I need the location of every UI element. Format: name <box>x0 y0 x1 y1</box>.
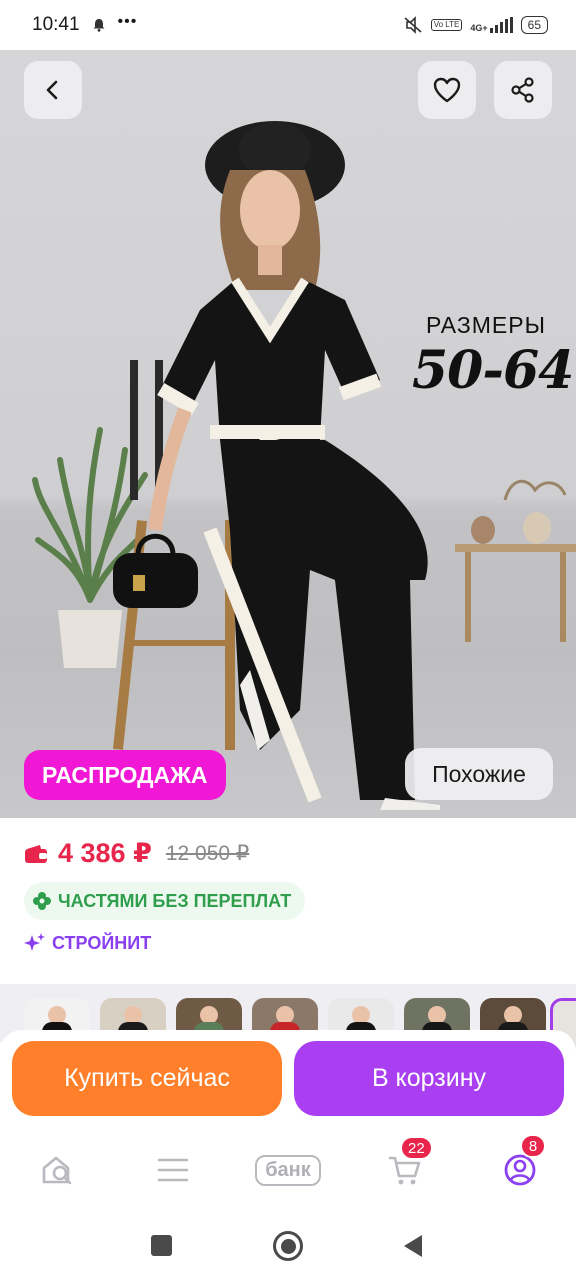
sparkle-icon <box>24 933 45 951</box>
battery-indicator: 65 <box>520 16 548 34</box>
status-time: 10:41 <box>32 14 80 35</box>
feature-label: СТРОЙНИТ <box>52 932 152 953</box>
add-to-cart-button[interactable]: В корзину <box>294 1041 564 1116</box>
share-icon <box>511 77 534 103</box>
nav-cart[interactable]: 22 <box>385 1136 433 1190</box>
installment-label: ЧАСТЯМИ БЕЗ ПЕРЕПЛАТ <box>58 890 292 911</box>
side-table-illustration <box>455 479 576 642</box>
heart-icon <box>433 77 461 103</box>
handbag-illustration <box>113 533 198 608</box>
product-info: 4 386 ₽ 12 050 ₽ ЧАСТЯМИ БЕЗ ПЕРЕПЛАТ СТ… <box>0 818 576 984</box>
profile-badge: 8 <box>520 1134 546 1158</box>
menu-icon <box>157 1158 189 1182</box>
favorite-button[interactable] <box>418 61 476 119</box>
recents-button[interactable] <box>151 1235 172 1256</box>
muted-icon <box>404 16 422 34</box>
signal-icon <box>489 17 513 33</box>
network-indicator: 4G+ <box>470 17 513 33</box>
bank-label: банк <box>255 1154 321 1186</box>
wallet-icon <box>25 844 47 863</box>
product-image[interactable]: РАЗМЕРЫ 50-64 РАСПРОДАЖА Похожие <box>0 50 576 818</box>
action-bar: Купить сейчас В корзину <box>0 1030 576 1130</box>
volte-indicator: Vo LTE <box>430 19 463 31</box>
notification-bell-icon <box>93 19 105 32</box>
nav-bank[interactable]: банк <box>250 1150 326 1190</box>
nav-catalog[interactable] <box>155 1150 191 1190</box>
feature-tag[interactable]: СТРОЙНИТ <box>24 932 151 954</box>
nav-home[interactable] <box>38 1150 78 1190</box>
system-navigation <box>0 1210 576 1280</box>
sizes-title: РАЗМЕРЫ <box>426 312 546 338</box>
back-button[interactable] <box>24 61 82 119</box>
similar-button[interactable]: Похожие <box>405 748 553 800</box>
clover-icon <box>33 892 51 910</box>
old-price: 12 050 ₽ <box>165 842 250 865</box>
model-illustration <box>148 121 440 810</box>
sale-badge: РАСПРОДАЖА <box>24 750 226 800</box>
status-bar: 10:41 ••• Vo LTE 4G+ 65 <box>0 0 576 50</box>
sizes-range: 50-64 <box>412 340 574 401</box>
back-arrow-icon <box>46 80 58 100</box>
cart-count-badge: 22 <box>400 1136 433 1160</box>
home-dot-icon <box>280 1238 296 1254</box>
buy-now-button[interactable]: Купить сейчас <box>12 1041 282 1116</box>
profile-icon <box>504 1154 536 1186</box>
price-row: 4 386 ₽ 12 050 ₽ <box>24 838 249 869</box>
more-notifications-icon: ••• <box>117 13 138 30</box>
nav-profile[interactable]: 8 <box>500 1134 546 1190</box>
back-system-icon[interactable] <box>402 1234 424 1258</box>
share-button[interactable] <box>494 61 552 119</box>
current-price: 4 386 ₽ <box>58 838 152 868</box>
installment-badge[interactable]: ЧАСТЯМИ БЕЗ ПЕРЕПЛАТ <box>24 882 306 920</box>
home-search-icon <box>42 1156 72 1185</box>
bottom-navigation: банк 22 8 <box>0 1130 576 1210</box>
home-system-button[interactable] <box>273 1231 303 1261</box>
